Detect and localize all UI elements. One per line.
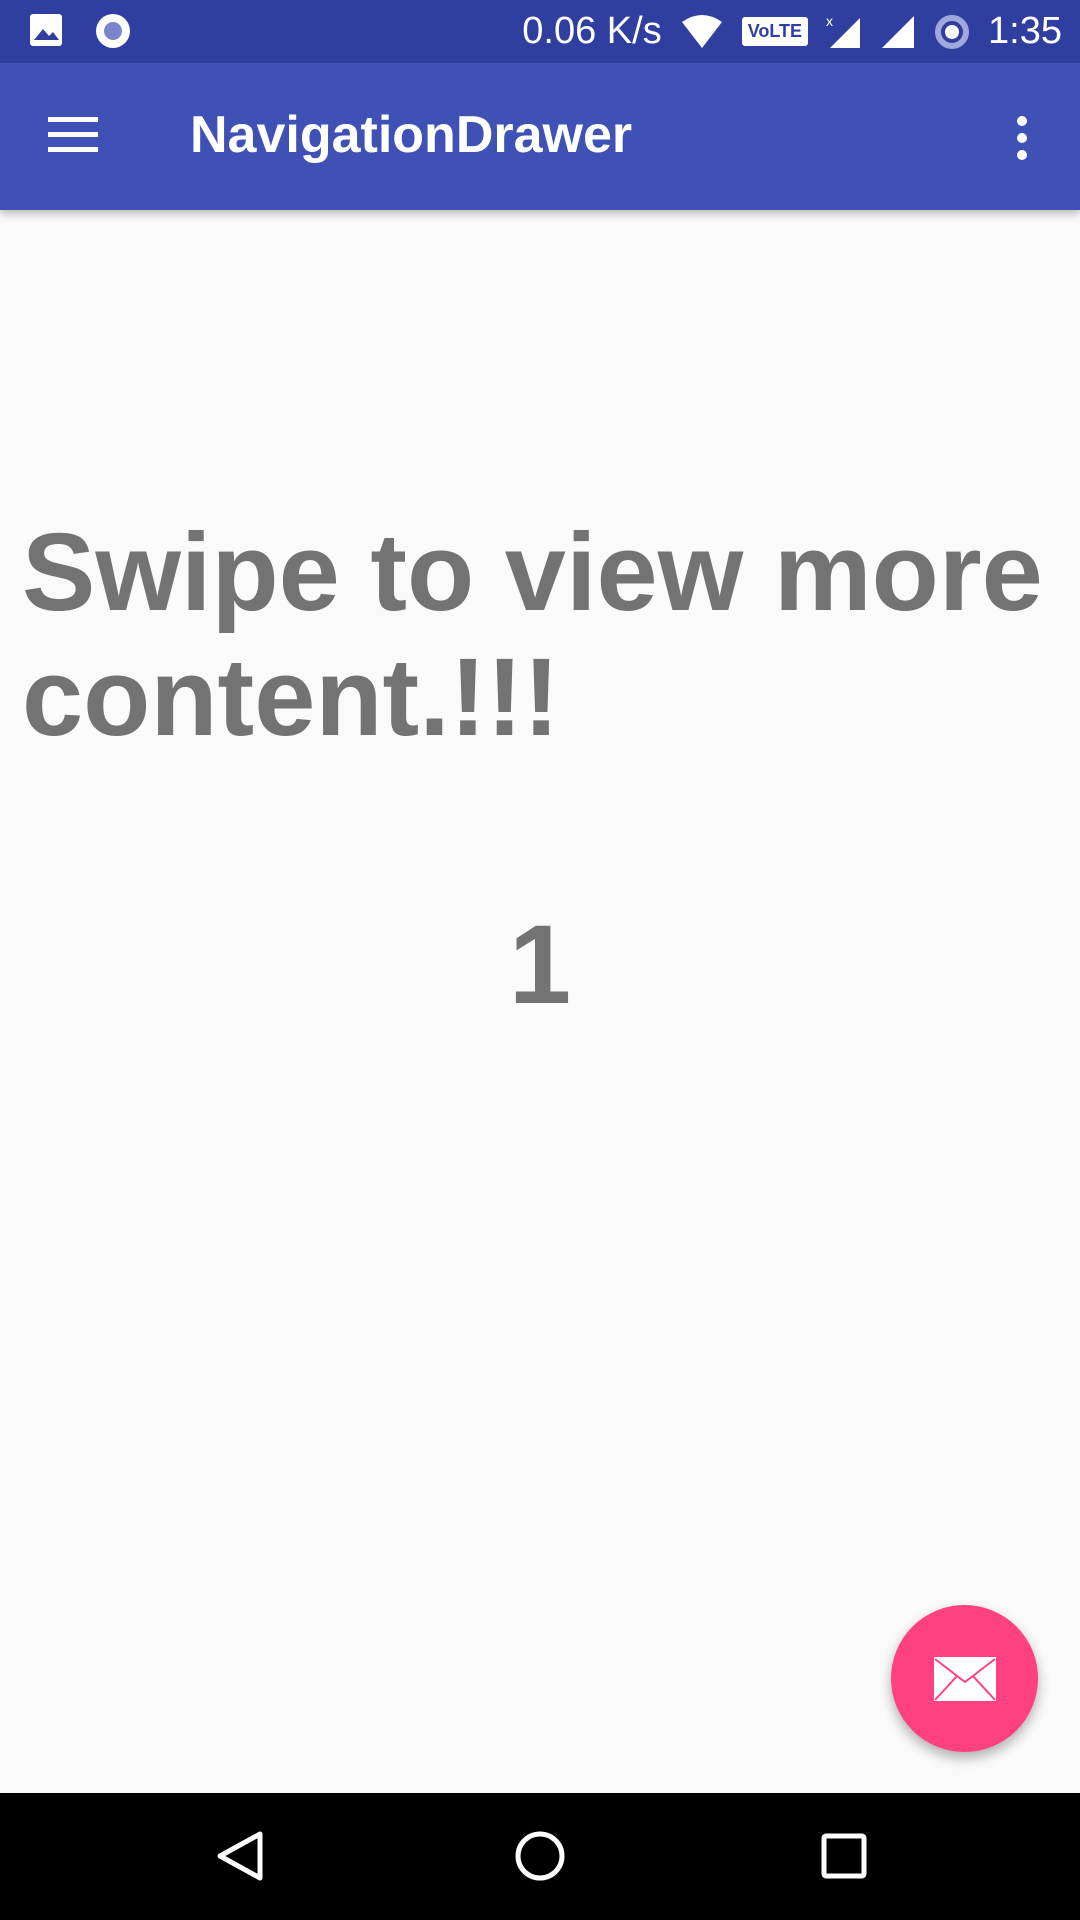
signal-icon — [882, 15, 915, 48]
signal-roaming-icon: x — [826, 14, 861, 48]
status-bar: 0.06 K/s VoLTE x 1:35 — [0, 0, 1080, 63]
app-title: NavigationDrawer — [190, 106, 633, 164]
recents-icon[interactable] — [814, 1826, 874, 1886]
more-vert-icon[interactable] — [1012, 115, 1032, 161]
app-bar: NavigationDrawer — [0, 63, 1080, 210]
data-saver-icon — [935, 14, 970, 49]
page-number: 1 — [508, 902, 572, 1027]
swipe-message: Swipe to view more content.!!! — [22, 511, 1043, 759]
navigation-bar — [0, 1793, 1080, 1920]
clock: 1:35 — [988, 10, 1062, 52]
back-icon[interactable] — [210, 1826, 270, 1886]
image-icon — [30, 14, 62, 46]
net-speed: 0.06 K/s — [522, 10, 662, 52]
wifi-icon — [681, 14, 722, 48]
volte-icon: VoLTE — [741, 17, 809, 46]
mail-icon — [933, 1656, 996, 1701]
mail-fab-button[interactable] — [891, 1605, 1038, 1752]
svg-text:x: x — [826, 14, 833, 29]
record-icon — [96, 14, 130, 48]
menu-icon[interactable] — [48, 115, 98, 155]
home-icon[interactable] — [510, 1826, 570, 1886]
